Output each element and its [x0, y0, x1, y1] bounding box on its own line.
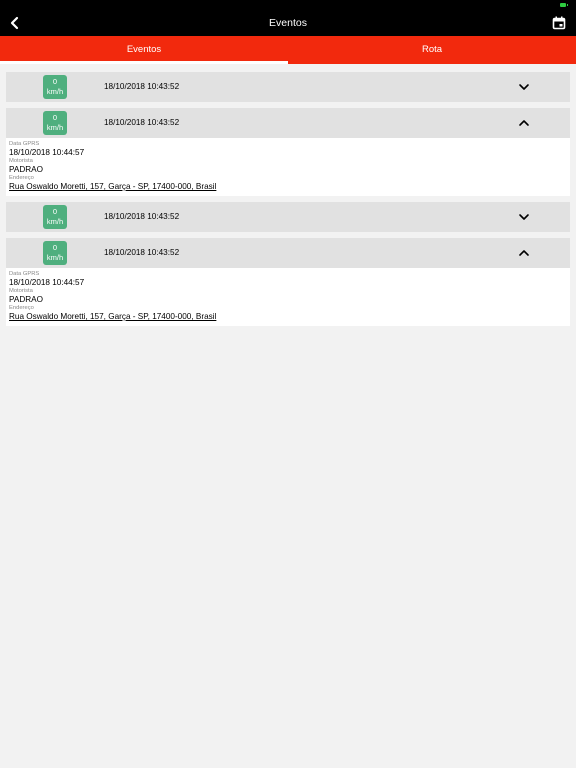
speed-value: 0 — [52, 77, 58, 86]
speed-badge: 0 km/h — [43, 111, 67, 135]
address-label: Endereço — [9, 305, 34, 311]
page-title: Eventos — [269, 17, 307, 29]
calendar-icon[interactable] — [552, 16, 566, 30]
event-header[interactable]: 0 km/h 18/10/2018 10:43:52 — [6, 108, 570, 138]
speed-unit: km/h — [46, 253, 64, 262]
battery-icon — [560, 3, 568, 7]
chevron-up-icon[interactable] — [518, 117, 530, 129]
event-header[interactable]: 0 km/h 18/10/2018 10:43:52 — [6, 202, 570, 232]
speed-unit: km/h — [46, 87, 64, 96]
speed-value: 0 — [52, 207, 58, 216]
address-link[interactable]: Rua Oswaldo Moretti, 157, Garça - SP, 17… — [9, 312, 567, 322]
event-item: 0 km/h 18/10/2018 10:43:52 Data GPRS 18/… — [6, 108, 570, 196]
driver-label: Motorista — [9, 288, 33, 294]
event-datetime: 18/10/2018 10:43:52 — [104, 212, 180, 221]
speed-badge: 0 km/h — [43, 75, 67, 99]
event-header[interactable]: 0 km/h 18/10/2018 10:43:52 — [6, 72, 570, 102]
active-tab-indicator — [0, 61, 288, 64]
event-details: Data GPRS 18/10/2018 10:44:57 Motorista … — [6, 138, 570, 196]
address-label: Endereço — [9, 175, 34, 181]
chevron-down-icon[interactable] — [518, 81, 530, 93]
chevron-up-icon[interactable] — [518, 247, 530, 259]
speed-unit: km/h — [46, 123, 64, 132]
speed-unit: km/h — [46, 217, 64, 226]
event-list: 0 km/h 18/10/2018 10:43:52 0 km/h 18/10/… — [6, 72, 570, 332]
chevron-down-icon[interactable] — [518, 211, 530, 223]
tab-eventos[interactable]: Eventos — [0, 36, 288, 64]
event-details: Data GPRS 18/10/2018 10:44:57 Motorista … — [6, 268, 570, 326]
driver-value: PADRAO — [9, 165, 43, 174]
speed-value: 0 — [52, 243, 58, 252]
event-header[interactable]: 0 km/h 18/10/2018 10:43:52 — [6, 238, 570, 268]
gprs-date-label: Data GPRS — [9, 141, 40, 147]
event-datetime: 18/10/2018 10:43:52 — [104, 118, 180, 127]
event-item: 0 km/h 18/10/2018 10:43:52 — [6, 202, 570, 232]
speed-value: 0 — [52, 113, 58, 122]
gprs-date-label: Data GPRS — [9, 271, 40, 277]
status-bar — [0, 0, 576, 10]
event-datetime: 18/10/2018 10:43:52 — [104, 82, 180, 91]
event-datetime: 18/10/2018 10:43:52 — [104, 248, 180, 257]
gprs-date-value: 18/10/2018 10:44:57 — [9, 278, 85, 287]
speed-badge: 0 km/h — [43, 205, 67, 229]
gprs-date-value: 18/10/2018 10:44:57 — [9, 148, 85, 157]
address-link[interactable]: Rua Oswaldo Moretti, 157, Garça - SP, 17… — [9, 182, 567, 192]
event-item: 0 km/h 18/10/2018 10:43:52 Data GPRS 18/… — [6, 238, 570, 326]
tab-rota[interactable]: Rota — [288, 36, 576, 64]
driver-value: PADRAO — [9, 295, 43, 304]
tab-bar: Eventos Rota — [0, 36, 576, 64]
event-item: 0 km/h 18/10/2018 10:43:52 — [6, 72, 570, 102]
navigation-bar: Eventos — [0, 10, 576, 36]
driver-label: Motorista — [9, 158, 33, 164]
speed-badge: 0 km/h — [43, 241, 67, 265]
